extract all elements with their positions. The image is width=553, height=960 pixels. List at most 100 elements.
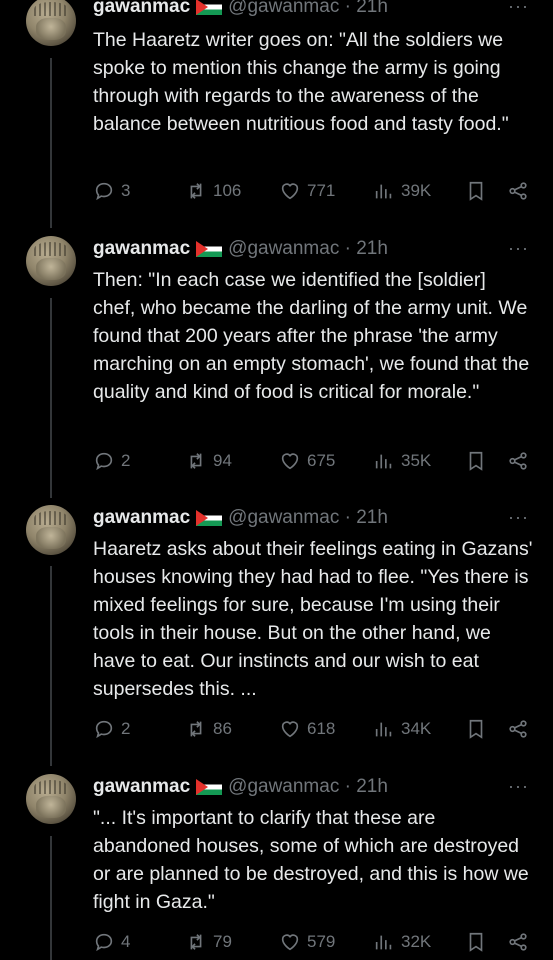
reply-icon: [95, 933, 113, 952]
tweet-text: Then: "In each case we identified the [s…: [93, 269, 535, 403]
repost-count: 79: [213, 932, 232, 951]
bookmark-button[interactable]: [465, 179, 487, 203]
tweet[interactable]: gawanmac @gawanmac · 21h ··· "... It's i…: [0, 774, 553, 960]
action-bar: 2 94 675 35K: [93, 449, 533, 473]
separator: ·: [344, 507, 351, 528]
avatar[interactable]: [26, 505, 76, 555]
share-button[interactable]: [507, 449, 529, 473]
share-icon: [509, 182, 527, 200]
views-icon: [375, 184, 392, 199]
repost-button[interactable]: 86: [185, 717, 232, 741]
author-name[interactable]: gawanmac: [93, 0, 190, 18]
share-icon: [509, 720, 527, 738]
views-icon: [375, 935, 392, 950]
more-options-icon[interactable]: ···: [508, 0, 529, 17]
bookmark-button[interactable]: [465, 717, 487, 741]
repost-icon: [190, 934, 202, 950]
like-icon: [281, 721, 299, 738]
timestamp[interactable]: 21h: [356, 0, 388, 18]
separator: ·: [344, 0, 351, 17]
timestamp[interactable]: 21h: [356, 776, 388, 798]
like-count: 771: [307, 181, 336, 200]
views-icon: [375, 722, 392, 737]
bookmark-icon: [469, 719, 483, 739]
palestine-flag-icon: [196, 241, 223, 257]
author-handle[interactable]: @gawanmac: [228, 0, 339, 18]
views-count: 39K: [401, 181, 432, 200]
tweet-text: "... It's important to clarify that thes…: [93, 807, 535, 913]
reply-icon: [95, 720, 113, 739]
avatar[interactable]: [26, 236, 76, 286]
repost-button[interactable]: 79: [185, 930, 232, 954]
reply-button[interactable]: 3: [93, 179, 130, 203]
tweet[interactable]: gawanmac @gawanmac · 21h ··· Then: "In e…: [0, 236, 553, 486]
action-bar: 4 79 579 32K: [93, 930, 533, 954]
views-button[interactable]: 34K: [373, 717, 431, 741]
repost-icon: [190, 183, 202, 199]
author-name[interactable]: gawanmac: [93, 507, 190, 529]
like-count: 579: [307, 932, 336, 951]
tweet-header: gawanmac @gawanmac · 21h: [93, 0, 388, 18]
share-button[interactable]: [507, 717, 529, 741]
like-button[interactable]: 771: [279, 179, 335, 203]
repost-button[interactable]: 106: [185, 179, 241, 203]
share-icon: [509, 933, 527, 951]
reply-count: 2: [121, 719, 131, 738]
bookmark-icon: [469, 932, 483, 952]
like-button[interactable]: 618: [279, 717, 335, 741]
like-button[interactable]: 579: [279, 930, 335, 954]
author-name[interactable]: gawanmac: [93, 776, 190, 798]
tweet[interactable]: gawanmac @gawanmac · 21h ··· The Haaretz…: [0, 0, 553, 216]
views-button[interactable]: 32K: [373, 930, 431, 954]
reply-count: 4: [121, 932, 131, 951]
reply-icon: [95, 182, 113, 201]
author-handle[interactable]: @gawanmac: [228, 507, 339, 529]
views-button[interactable]: 39K: [373, 179, 431, 203]
tweet-header: gawanmac @gawanmac · 21h: [93, 507, 388, 529]
views-button[interactable]: 35K: [373, 449, 431, 473]
bookmark-button[interactable]: [465, 449, 487, 473]
like-icon: [281, 934, 299, 951]
author-handle[interactable]: @gawanmac: [228, 238, 339, 260]
reply-count: 2: [121, 451, 131, 470]
action-bar: 2 86 618 34K: [93, 717, 533, 741]
repost-count: 94: [213, 451, 232, 470]
views-count: 32K: [401, 932, 432, 951]
share-button[interactable]: [507, 179, 529, 203]
author-name[interactable]: gawanmac: [93, 238, 190, 260]
more-options-icon[interactable]: ···: [508, 776, 529, 797]
avatar[interactable]: [26, 774, 76, 824]
reply-button[interactable]: 2: [93, 717, 130, 741]
avatar[interactable]: [26, 0, 76, 46]
repost-count: 106: [213, 181, 242, 200]
more-options-icon[interactable]: ···: [508, 507, 529, 528]
like-icon: [281, 453, 299, 470]
more-options-icon[interactable]: ···: [508, 238, 529, 259]
tweet[interactable]: gawanmac @gawanmac · 21h ··· Haaretz ask…: [0, 505, 553, 755]
timestamp[interactable]: 21h: [356, 238, 388, 260]
repost-icon: [190, 721, 202, 737]
like-button[interactable]: 675: [279, 449, 335, 473]
author-handle[interactable]: @gawanmac: [228, 776, 339, 798]
like-count: 675: [307, 451, 336, 470]
palestine-flag-icon: [196, 0, 223, 15]
palestine-flag-icon: [196, 779, 223, 795]
bookmark-button[interactable]: [465, 930, 487, 954]
timestamp[interactable]: 21h: [356, 507, 388, 529]
repost-icon: [190, 453, 202, 469]
separator: ·: [344, 238, 351, 259]
reply-button[interactable]: 4: [93, 930, 130, 954]
tweet-header: gawanmac @gawanmac · 21h: [93, 238, 388, 260]
views-icon: [375, 454, 392, 469]
like-icon: [281, 183, 299, 200]
share-button[interactable]: [507, 930, 529, 954]
repost-button[interactable]: 94: [185, 449, 232, 473]
views-count: 34K: [401, 719, 432, 738]
like-count: 618: [307, 719, 336, 738]
reply-button[interactable]: 2: [93, 449, 130, 473]
reply-icon: [95, 452, 113, 471]
tweet-text: The Haaretz writer goes on: "All the sol…: [93, 29, 509, 135]
reply-count: 3: [121, 181, 131, 200]
tweet-header: gawanmac @gawanmac · 21h: [93, 776, 388, 798]
repost-count: 86: [213, 719, 232, 738]
